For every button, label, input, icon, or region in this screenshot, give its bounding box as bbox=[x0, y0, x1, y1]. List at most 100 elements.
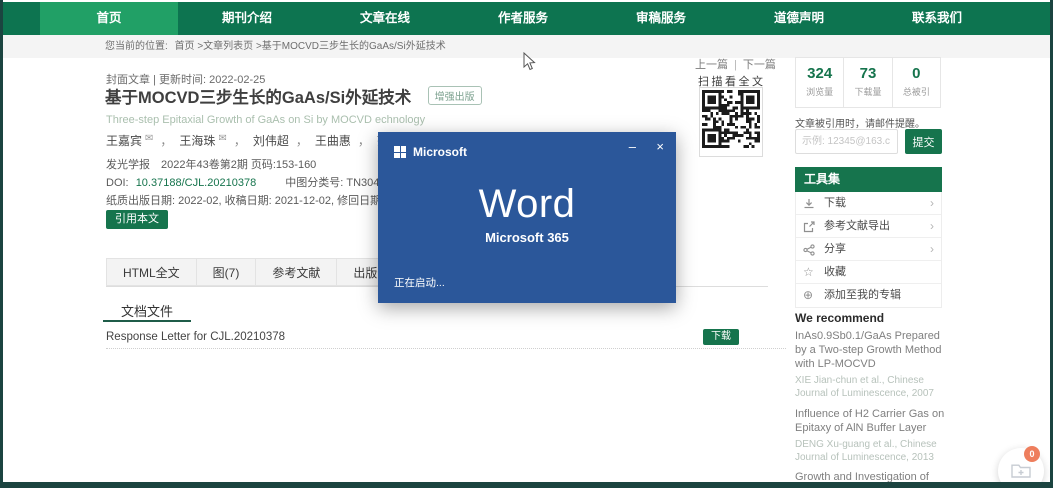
article-pager: 上一篇|下一篇 bbox=[695, 56, 776, 72]
toolbox-item-label: 分享 bbox=[824, 243, 846, 255]
browser-frame: 首页 期刊介绍 文章在线 作者服务 审稿服务 道德声明 联系我们 您当前的位置:… bbox=[0, 0, 1053, 488]
toolbox-item-label: 参考文献导出 bbox=[824, 220, 890, 232]
microsoft-logo-icon bbox=[394, 146, 406, 158]
previous-article-link[interactable]: 上一篇 bbox=[695, 59, 728, 71]
author-name[interactable]: 王海珠 bbox=[179, 134, 215, 148]
nav-item-author-services[interactable]: 作者服务 bbox=[454, 2, 592, 35]
author-name[interactable]: 王嘉宾 bbox=[106, 134, 142, 148]
article-stats: 324 浏览量 73 下载量 0 总被引 bbox=[795, 57, 941, 108]
toolbox-item-favorite[interactable]: ☆ 收藏 bbox=[796, 261, 941, 284]
star-icon: ☆ bbox=[803, 261, 814, 284]
toolbox-panel: 工具集 下载 › 参考文献导出 › bbox=[795, 167, 942, 308]
nav-item-home[interactable]: 首页 bbox=[40, 2, 178, 35]
article-title-english: Three-step Epitaxial Growth of GaAs on S… bbox=[106, 114, 425, 126]
recommended-article: InAs0.9Sb0.1/GaAs Prepared by a Two-step… bbox=[795, 329, 949, 400]
article-title: 基于MOCVD三步生长的GaAs/Si外延技术 bbox=[105, 89, 411, 107]
citation-alert-text: 文章被引用时，请邮件提醒。 bbox=[795, 115, 925, 130]
album-count-badge: 0 bbox=[1024, 446, 1040, 462]
recommended-article-title[interactable]: Growth and Investigation of bbox=[795, 470, 949, 482]
stat-downloads-label: 下载量 bbox=[844, 85, 891, 98]
nav-item-journal-intro[interactable]: 期刊介绍 bbox=[178, 2, 316, 35]
close-icon[interactable]: × bbox=[656, 139, 664, 154]
stat-citations: 0 总被引 bbox=[893, 58, 940, 107]
export-icon bbox=[803, 215, 815, 238]
toolbox-item-label: 下载 bbox=[824, 197, 846, 209]
microsoft-brand: Microsoft bbox=[394, 145, 467, 159]
author-name[interactable]: 王曲惠 bbox=[315, 134, 351, 148]
circle-plus-icon: ⊕ bbox=[803, 284, 813, 307]
author-separator: ， bbox=[160, 134, 172, 148]
stat-views-value: 324 bbox=[796, 65, 843, 82]
stat-views-label: 浏览量 bbox=[796, 85, 843, 98]
document-file-name[interactable]: Response Letter for CJL.20210378 bbox=[106, 331, 285, 343]
email-icon[interactable]: ✉ bbox=[218, 133, 226, 144]
microsoft-365-label: Microsoft 365 bbox=[378, 230, 676, 245]
next-article-link[interactable]: 下一篇 bbox=[743, 59, 776, 71]
toolbox-item-reference-export[interactable]: 参考文献导出 › bbox=[796, 215, 941, 238]
doi-link[interactable]: 10.37188/CJL.20210378 bbox=[136, 177, 257, 189]
stat-citations-label: 总被引 bbox=[893, 85, 940, 98]
document-row-divider bbox=[106, 348, 786, 349]
main-navbar: 首页 期刊介绍 文章在线 作者服务 审稿服务 道德声明 联系我们 bbox=[3, 2, 1050, 35]
doi-label: DOI: bbox=[106, 177, 129, 189]
tab-figures[interactable]: 图(7) bbox=[197, 258, 257, 286]
toolbox-title: 工具集 bbox=[795, 167, 942, 192]
word-app-name: Word bbox=[378, 182, 676, 227]
author-separator: ， bbox=[296, 134, 308, 148]
add-folder-icon bbox=[1011, 463, 1031, 479]
nav-item-articles-online[interactable]: 文章在线 bbox=[316, 2, 454, 35]
toolbox-item-download[interactable]: 下载 › bbox=[796, 192, 941, 215]
toolbox-item-add-to-album[interactable]: ⊕ 添加至我的专辑 bbox=[796, 284, 941, 307]
citation-alert-submit-button[interactable]: 提交 bbox=[905, 129, 942, 154]
publication-dates-line: 纸质出版日期: 2022-02, 收稿日期: 2021-12-02, 修回日期 bbox=[106, 192, 381, 208]
email-icon[interactable]: ✉ bbox=[145, 133, 153, 144]
recommended-article: Influence of H2 Carrier Gas on Epitaxy o… bbox=[795, 407, 949, 464]
author-separator: ， bbox=[358, 134, 370, 148]
breadcrumb-path[interactable]: 首页 >文章列表页 >基于MOCVD三步生长的GaAs/Si外延技术 bbox=[175, 41, 446, 52]
documents-heading: 文档文件 bbox=[121, 301, 173, 320]
toolbox-item-share[interactable]: 分享 › bbox=[796, 238, 941, 261]
tab-references[interactable]: 参考文献 bbox=[256, 258, 337, 286]
article-tabs: HTML全文 图(7) 参考文献 出版信息 bbox=[106, 258, 418, 286]
word-splash-window: Microsoft – × Word Microsoft 365 正在启动... bbox=[378, 132, 676, 303]
share-icon bbox=[803, 238, 815, 261]
author-list: 王嘉宾✉，王海珠✉，刘伟超，王曲惠，范杰 bbox=[106, 132, 401, 149]
toolbox-item-label: 添加至我的专辑 bbox=[824, 289, 901, 301]
document-download-button[interactable]: 下载 bbox=[703, 329, 739, 345]
chevron-right-icon: › bbox=[930, 238, 934, 261]
microsoft-brand-text: Microsoft bbox=[413, 145, 467, 159]
tab-html-fulltext[interactable]: HTML全文 bbox=[106, 258, 197, 286]
qr-code-image bbox=[702, 90, 760, 148]
minimize-icon[interactable]: – bbox=[629, 139, 636, 154]
breadcrumb: 您当前的位置: 首页 >文章列表页 >基于MOCVD三步生长的GaAs/Si外延… bbox=[3, 35, 1050, 58]
stat-views: 324 浏览量 bbox=[796, 58, 844, 107]
we-recommend-heading: We recommend bbox=[795, 311, 884, 325]
journal-article-page: 首页 期刊介绍 文章在线 作者服务 审稿服务 道德声明 联系我们 您当前的位置:… bbox=[3, 0, 1050, 482]
author-separator: ， bbox=[234, 134, 246, 148]
nav-item-contact[interactable]: 联系我们 bbox=[868, 2, 1006, 35]
author-name[interactable]: 刘伟超 bbox=[253, 134, 289, 148]
toolbox-item-label: 收藏 bbox=[824, 266, 846, 278]
recommended-article-source: XIE Jian-chun et al., Chinese Journal of… bbox=[795, 374, 949, 400]
nav-item-ethics-statement[interactable]: 道德声明 bbox=[730, 2, 868, 35]
doi-line: DOI: 10.37188/CJL.20210378 中图分类号: TN304.… bbox=[106, 174, 389, 190]
breadcrumb-label: 您当前的位置: bbox=[105, 41, 168, 52]
documents-heading-underline bbox=[103, 320, 191, 322]
recommended-article-title[interactable]: Influence of H2 Carrier Gas on Epitaxy o… bbox=[795, 407, 949, 435]
citation-alert-email-input[interactable] bbox=[795, 129, 898, 154]
stat-citations-value: 0 bbox=[893, 65, 940, 82]
toolbox-list: 下载 › 参考文献导出 › 分享 › bbox=[795, 192, 942, 308]
article-title-row: 基于MOCVD三步生长的GaAs/Si外延技术 增强出版 bbox=[105, 84, 482, 108]
recommended-article-title[interactable]: InAs0.9Sb0.1/GaAs Prepared by a Two-step… bbox=[795, 329, 949, 371]
stat-downloads: 73 下载量 bbox=[844, 58, 892, 107]
word-starting-status: 正在启动... bbox=[394, 275, 445, 290]
clc-number: 中图分类号: TN304.2 bbox=[285, 177, 388, 189]
stat-downloads-value: 73 bbox=[844, 65, 891, 82]
word-window-controls: – × bbox=[613, 138, 664, 156]
qr-code bbox=[699, 87, 763, 157]
recommended-article: Growth and Investigation of bbox=[795, 470, 949, 482]
cite-article-button[interactable]: 引用本文 bbox=[106, 210, 168, 229]
nav-item-review-services[interactable]: 审稿服务 bbox=[592, 2, 730, 35]
enhanced-publication-badge[interactable]: 增强出版 bbox=[428, 86, 482, 105]
chevron-right-icon: › bbox=[930, 192, 934, 215]
